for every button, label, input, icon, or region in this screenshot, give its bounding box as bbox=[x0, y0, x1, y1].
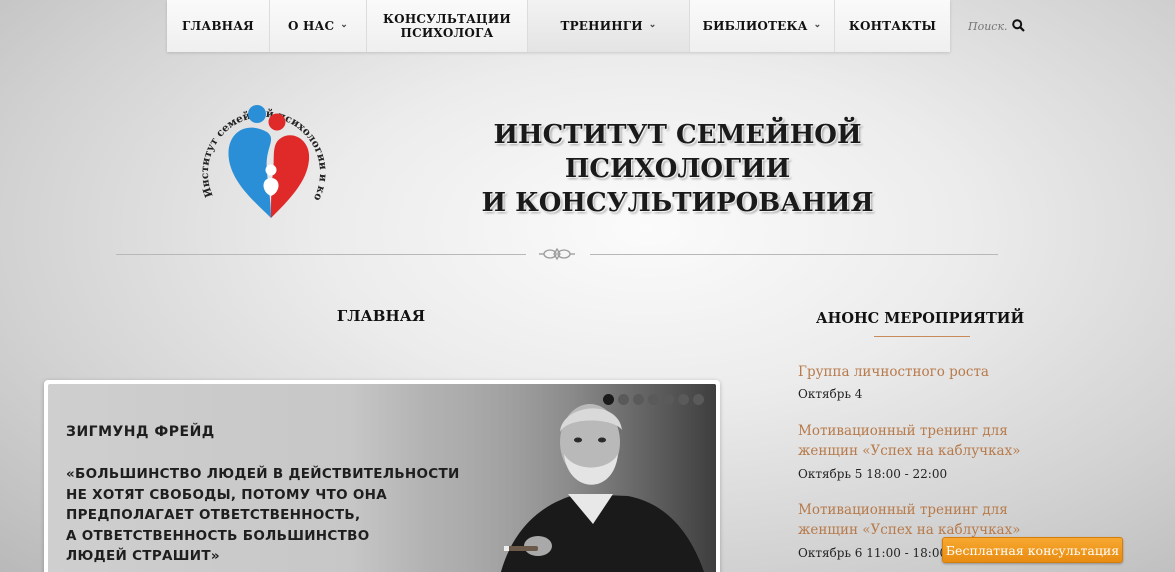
event-link[interactable]: Мотивационный тренинг для женщин «Успех … bbox=[798, 421, 1038, 461]
chevron-down-icon: ⌄ bbox=[340, 20, 349, 30]
slider-dot[interactable] bbox=[678, 394, 689, 405]
nav-label: КОНТАКТЫ bbox=[848, 19, 937, 33]
slide[interactable]: ЗИГМУНД ФРЕЙД «БОЛЬШИНСТВО ЛЮДЕЙ В ДЕЙСТ… bbox=[48, 384, 716, 572]
slider-dot[interactable] bbox=[693, 394, 704, 405]
nav-item-trainings[interactable]: ТРЕНИНГИ ⌄ bbox=[528, 0, 690, 52]
event-link[interactable]: Группа личностного роста bbox=[798, 362, 1038, 382]
nav-item-contacts[interactable]: КОНТАКТЫ bbox=[835, 0, 950, 52]
slider-dot[interactable] bbox=[663, 394, 674, 405]
header-divider-right bbox=[590, 254, 998, 255]
page-title: ГЛАВНАЯ bbox=[336, 307, 426, 325]
nav-label: ГЛАВНАЯ bbox=[182, 19, 254, 33]
main-nav: ГЛАВНАЯ О НАС ⌄ КОНСУЛЬТАЦИИ ПСИХОЛОГА Т… bbox=[167, 0, 950, 52]
nav-item-about[interactable]: О НАС ⌄ bbox=[270, 0, 367, 52]
event-date: Октябрь 4 bbox=[798, 387, 863, 401]
slider-pagination bbox=[603, 394, 704, 405]
event-item: Группа личностного роста Октябрь 4 bbox=[798, 362, 1038, 401]
free-consultation-button[interactable]: Бесплатная консультация bbox=[942, 537, 1123, 563]
chevron-down-icon: ⌄ bbox=[648, 20, 657, 30]
chevron-down-icon: ⌄ bbox=[813, 20, 822, 30]
header-divider-left bbox=[116, 254, 526, 255]
quote-author: ЗИГМУНД ФРЕЙД bbox=[66, 424, 215, 440]
ornament-icon bbox=[538, 246, 576, 262]
search-box bbox=[962, 14, 1032, 38]
nav-label: О НАС bbox=[287, 19, 335, 33]
events-title-underline bbox=[874, 336, 970, 337]
nav-label: КОНСУЛЬТАЦИИ ПСИХОЛОГА bbox=[383, 12, 511, 40]
nav-label: ТРЕНИНГИ bbox=[560, 19, 643, 33]
slider-dot[interactable] bbox=[603, 394, 614, 405]
search-input[interactable] bbox=[962, 19, 1008, 33]
event-link[interactable]: Мотивационный тренинг для женщин «Успех … bbox=[798, 500, 1038, 540]
nav-item-home[interactable]: ГЛАВНАЯ bbox=[167, 0, 270, 52]
site-logo[interactable]: Институт семейной психологии и консульти… bbox=[181, 83, 343, 227]
nav-item-library[interactable]: БИБЛИОТЕКА ⌄ bbox=[690, 0, 835, 52]
slider-dot[interactable] bbox=[618, 394, 629, 405]
nav-item-consultations[interactable]: КОНСУЛЬТАЦИИ ПСИХОЛОГА bbox=[367, 0, 528, 52]
events-title: АНОНС МЕРОПРИЯТИЙ bbox=[815, 310, 1025, 327]
event-date: Октябрь 5 18:00 - 22:00 bbox=[798, 467, 948, 481]
slider-dot[interactable] bbox=[648, 394, 659, 405]
site-title: ИНСТИТУТ СЕМЕЙНОЙ ПСИХОЛОГИИ И КОНСУЛЬТИ… bbox=[390, 118, 965, 220]
event-item: Мотивационный тренинг для женщин «Успех … bbox=[798, 421, 1038, 481]
slider-dot[interactable] bbox=[633, 394, 644, 405]
nav-label: БИБЛИОТЕКА bbox=[702, 19, 808, 33]
site-title-line2: И КОНСУЛЬТИРОВАНИЯ bbox=[481, 188, 874, 218]
search-icon[interactable] bbox=[1012, 17, 1025, 36]
quote-text: «БОЛЬШИНСТВО ЛЮДЕЙ В ДЕЙСТВИТЕЛЬНОСТИ НЕ… bbox=[66, 466, 460, 564]
quote-slider: ЗИГМУНД ФРЕЙД «БОЛЬШИНСТВО ЛЮДЕЙ В ДЕЙСТ… bbox=[44, 380, 720, 572]
site-title-line1: ИНСТИТУТ СЕМЕЙНОЙ ПСИХОЛОГИИ bbox=[493, 120, 862, 184]
